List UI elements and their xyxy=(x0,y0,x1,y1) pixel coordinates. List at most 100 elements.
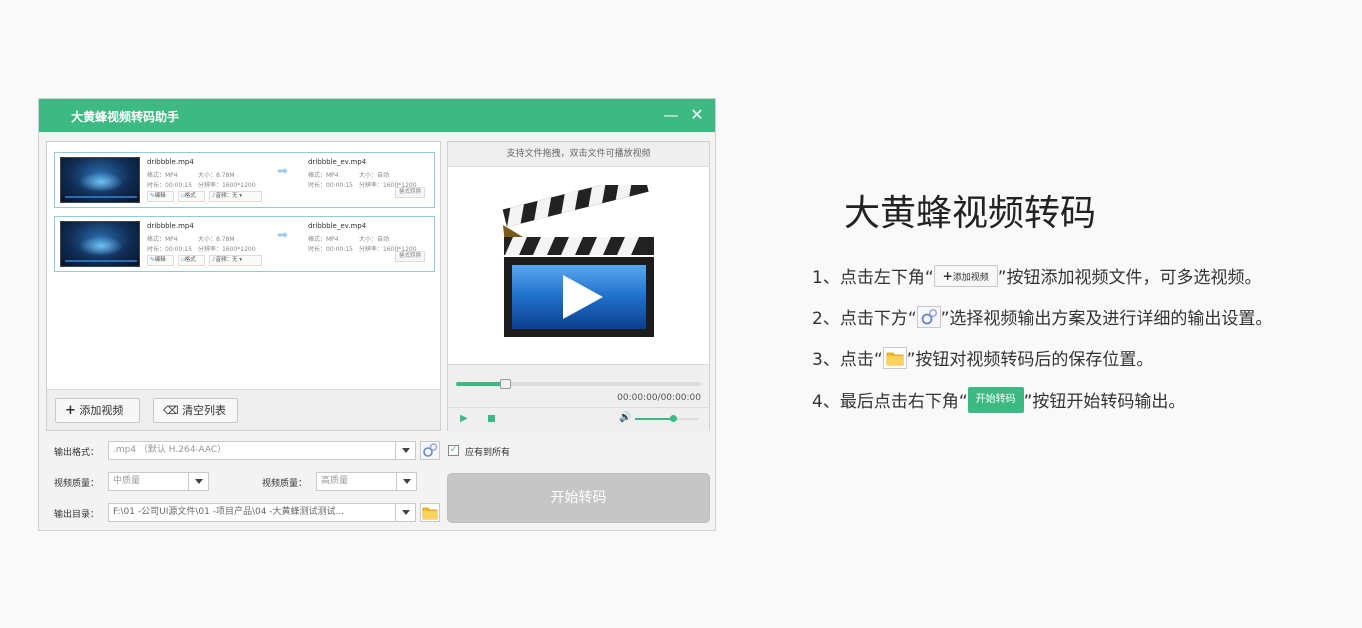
source-file-name: dribbble.mp4 xyxy=(147,222,194,230)
output-duration: 时长：00:00:15 xyxy=(308,246,353,253)
video-quality-select-2[interactable]: 高质量 xyxy=(316,472,417,491)
edit-label: 编辑 xyxy=(154,257,166,263)
source-file-name: dribbble.mp4 xyxy=(147,158,194,166)
output-size: 大小：自动 xyxy=(359,236,390,243)
step-2-text-before: 2、点击下方“ xyxy=(812,309,917,329)
step-4: 4、最后点击右下角“ 开始转码 ”按钮开始转码输出。 xyxy=(812,387,1186,415)
preview-hint: 支持文件拖拽，双击文件可播放视频 xyxy=(448,142,709,167)
step-1: 1、点击左下角“ +添加视频 ”按钮添加视频文件，可多选视频。 xyxy=(812,265,1262,290)
output-settings-button[interactable] xyxy=(420,441,440,460)
step-3-text-before: 3、点击“ xyxy=(812,350,883,370)
video-quality-label: 视频质量： xyxy=(54,479,100,489)
seek-handle[interactable] xyxy=(500,379,511,389)
audio-label: 音频：无 xyxy=(215,257,238,263)
video-preview-panel: 支持文件拖拽，双击文件可播放视频 00:00:00/00:00:00 ▶ 🔊 xyxy=(447,141,710,432)
file-item[interactable]: dribbble.mp4 格式：MP4 大小：8.78M 时长：00:00:15… xyxy=(54,216,435,272)
format-button[interactable]: ▫格式 xyxy=(178,255,205,266)
source-size: 大小：8.78M xyxy=(198,236,235,243)
apply-all-checkbox[interactable]: ✓ xyxy=(448,445,459,456)
output-dir-value: F:\01 -公司UI源文件\01 -项目产品\04 -大黄蜂测试测试... xyxy=(113,507,345,517)
output-file-name: dribbble_ev.mp4 xyxy=(308,158,367,166)
seek-progress xyxy=(456,382,505,386)
folder-icon xyxy=(882,347,907,369)
start-transcode-button[interactable]: 开始转码 xyxy=(447,473,710,523)
clear-list-button[interactable]: ⌫ 清空列表 xyxy=(153,398,238,423)
source-format: 格式：MP4 xyxy=(147,172,178,179)
source-duration: 时长：00:00:15 xyxy=(147,246,192,253)
player-controls: 00:00:00/00:00:00 ▶ 🔊 xyxy=(448,364,709,432)
close-button[interactable]: ✕ xyxy=(687,105,707,125)
output-duration: 时长：00:00:15 xyxy=(308,182,353,189)
edit-button[interactable]: ✎编辑 xyxy=(147,191,174,202)
volume-handle[interactable] xyxy=(669,415,677,422)
start-transcode-sample-button: 开始转码 xyxy=(967,387,1024,413)
step-2-text-after: ”选择视频输出方案及进行详细的输出设置。 xyxy=(940,309,1273,329)
minimize-button[interactable]: — xyxy=(661,105,681,125)
window-title: 大黄蜂视频转码助手 xyxy=(71,110,180,124)
format-label: 格式 xyxy=(184,257,196,263)
edit-label: 编辑 xyxy=(154,193,166,199)
video-quality-label-2: 视频质量： xyxy=(262,479,308,489)
video-thumbnail xyxy=(60,221,140,267)
source-format: 格式：MP4 xyxy=(147,236,178,243)
seek-slider[interactable] xyxy=(456,379,701,389)
list-toolbar: + 添加视频 ⌫ 清空列表 xyxy=(47,389,440,430)
add-video-button[interactable]: + 添加视频 xyxy=(55,398,140,423)
video-quality-value: 中质量 xyxy=(113,476,141,486)
gear-icon xyxy=(423,443,438,457)
add-video-sample-button: +添加视频 xyxy=(933,265,998,287)
file-list-panel: dribbble.mp4 格式：MP4 大小：8.78M 时长：00:00:15… xyxy=(46,141,441,431)
volume-level xyxy=(635,418,673,420)
format-button[interactable]: ▫格式 xyxy=(178,191,205,202)
video-quality-select[interactable]: 中质量 xyxy=(108,472,209,491)
source-size: 大小：8.78M xyxy=(198,172,235,179)
output-dir-label: 输出目录： xyxy=(54,510,100,520)
video-quality-value-2: 高质量 xyxy=(321,476,349,486)
chevron-down-icon xyxy=(188,473,208,490)
time-display: 00:00:00/00:00:00 xyxy=(617,393,701,403)
audio-select[interactable]: ♪音频：无 ▾ xyxy=(209,191,262,202)
chevron-down-icon xyxy=(396,473,416,490)
output-format-label: 输出格式： xyxy=(54,448,100,458)
audio-label: 音频：无 xyxy=(215,193,238,199)
page-title: 大黄蜂视频转码 xyxy=(844,193,1097,234)
play-icon[interactable]: ▶ xyxy=(460,413,468,424)
format-convert-button[interactable]: 格式转换 xyxy=(395,187,426,198)
source-resolution: 分辨率：1600*1200 xyxy=(198,246,256,253)
audio-select[interactable]: ♪音频：无 ▾ xyxy=(209,255,262,266)
chevron-down-icon xyxy=(395,504,415,521)
file-item[interactable]: dribbble.mp4 格式：MP4 大小：8.78M 时长：00:00:15… xyxy=(54,152,435,208)
step-1-text-after: ”按钮添加视频文件，可多选视频。 xyxy=(997,268,1262,288)
volume-slider[interactable] xyxy=(635,415,698,422)
output-dir-select[interactable]: F:\01 -公司UI源文件\01 -项目产品\04 -大黄蜂测试测试... xyxy=(108,503,416,522)
output-format-value: .mp4 （默认 H.264-AAC） xyxy=(113,445,227,455)
title-bar[interactable]: 大黄蜂视频转码助手 — ✕ xyxy=(39,99,715,132)
stop-icon[interactable] xyxy=(488,415,495,422)
step-3: 3、点击“ ”按钮对视频转码后的保存位置。 xyxy=(812,347,1154,372)
clear-list-label: 清空列表 xyxy=(182,404,227,417)
add-video-sample-label: 添加视频 xyxy=(952,273,989,283)
step-4-text-after: ”按钮开始转码输出。 xyxy=(1023,392,1186,412)
step-4-text-before: 4、最后点击右下角“ xyxy=(812,392,968,412)
folder-icon xyxy=(422,507,438,520)
output-size: 大小：自动 xyxy=(359,172,390,179)
step-3-text-after: ”按钮对视频转码后的保存位置。 xyxy=(906,350,1154,370)
output-format-select[interactable]: .mp4 （默认 H.264-AAC） xyxy=(108,441,416,460)
output-format: 格式：MP4 xyxy=(308,172,339,179)
app-window: 大黄蜂视频转码助手 — ✕ dribbble.mp4 格式：MP4 大小：8.7… xyxy=(38,98,716,531)
chevron-down-icon xyxy=(395,442,415,459)
divider xyxy=(448,407,709,408)
arrow-right-icon: ➡ xyxy=(277,228,288,243)
volume-icon[interactable]: 🔊 xyxy=(619,412,631,423)
clapperboard-icon xyxy=(502,185,654,337)
edit-button[interactable]: ✎编辑 xyxy=(147,255,174,266)
output-file-name: dribbble_ev.mp4 xyxy=(308,222,367,230)
format-label: 格式 xyxy=(184,193,196,199)
output-format: 格式：MP4 xyxy=(308,236,339,243)
browse-folder-button[interactable] xyxy=(420,503,440,522)
arrow-right-icon: ➡ xyxy=(277,164,288,179)
eraser-icon: ⌫ xyxy=(163,404,179,417)
format-convert-button[interactable]: 格式转换 xyxy=(395,251,426,262)
add-video-label: 添加视频 xyxy=(79,404,124,417)
plus-icon: + xyxy=(65,403,76,418)
